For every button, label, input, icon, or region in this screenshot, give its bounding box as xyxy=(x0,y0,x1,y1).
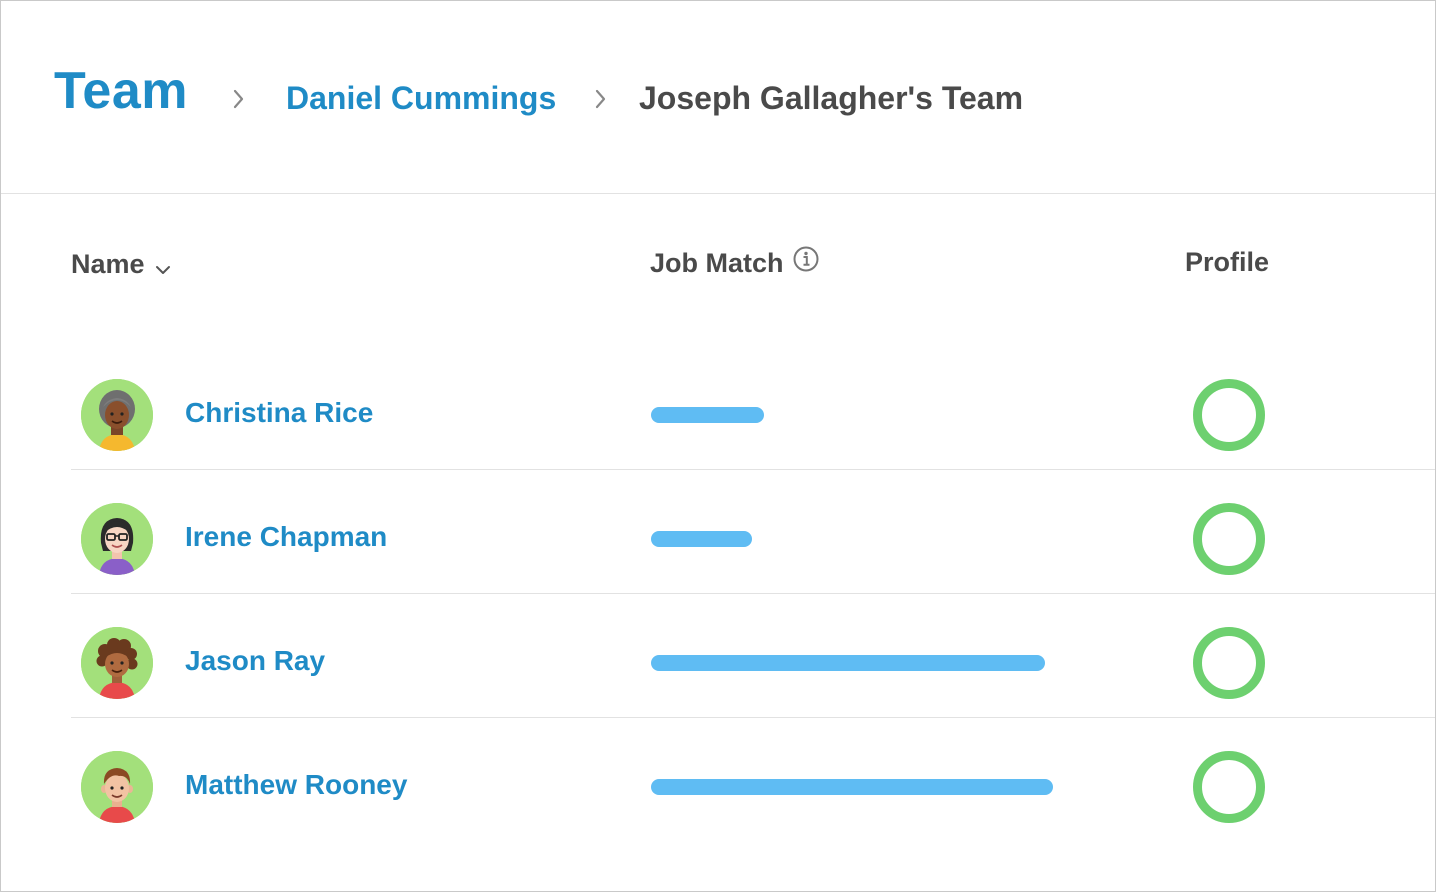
breadcrumb-manager-link[interactable]: Daniel Cummings xyxy=(286,80,556,117)
man-curly-hair-avatar xyxy=(81,627,153,699)
chevron-right-icon xyxy=(595,89,607,109)
profile-status-ring[interactable] xyxy=(1193,379,1265,451)
member-name-link[interactable]: Jason Ray xyxy=(185,645,325,677)
member-name-link[interactable]: Matthew Rooney xyxy=(185,769,407,801)
job-match-bar xyxy=(651,407,764,423)
job-match-column-label: Job Match xyxy=(650,248,784,278)
breadcrumb: Team Daniel Cummings Joseph Gallagher's … xyxy=(1,1,1435,194)
job-match-bar xyxy=(651,655,1045,671)
breadcrumb-current: Joseph Gallagher's Team xyxy=(639,80,1024,116)
man-short-hair-avatar xyxy=(81,751,153,823)
job-match-bar xyxy=(651,531,752,547)
name-column-label: Name xyxy=(71,249,145,279)
table-row: Jason Ray xyxy=(71,593,1435,718)
name-column-header[interactable]: Name xyxy=(71,247,171,282)
breadcrumb-team-link[interactable]: Team xyxy=(54,61,188,121)
profile-status-ring[interactable] xyxy=(1193,503,1265,575)
chevron-right-icon xyxy=(233,89,245,109)
member-name-link[interactable]: Irene Chapman xyxy=(185,521,387,553)
woman-gray-hair-avatar xyxy=(81,379,153,451)
woman-glasses-avatar xyxy=(81,503,153,575)
table-row: Irene Chapman xyxy=(71,469,1435,594)
profile-status-ring[interactable] xyxy=(1193,627,1265,699)
job-match-bar xyxy=(651,779,1053,795)
profile-status-ring[interactable] xyxy=(1193,751,1265,823)
job-match-column-header: Job Match xyxy=(650,245,820,280)
info-icon[interactable] xyxy=(792,245,820,280)
team-page: Team Daniel Cummings Joseph Gallagher's … xyxy=(0,0,1436,892)
chevron-down-icon xyxy=(155,251,171,282)
profile-column-header: Profile xyxy=(1185,247,1270,277)
table-row: Matthew Rooney xyxy=(71,717,1435,841)
table-row: Christina Rice xyxy=(71,345,1435,470)
member-name-link[interactable]: Christina Rice xyxy=(185,397,373,429)
